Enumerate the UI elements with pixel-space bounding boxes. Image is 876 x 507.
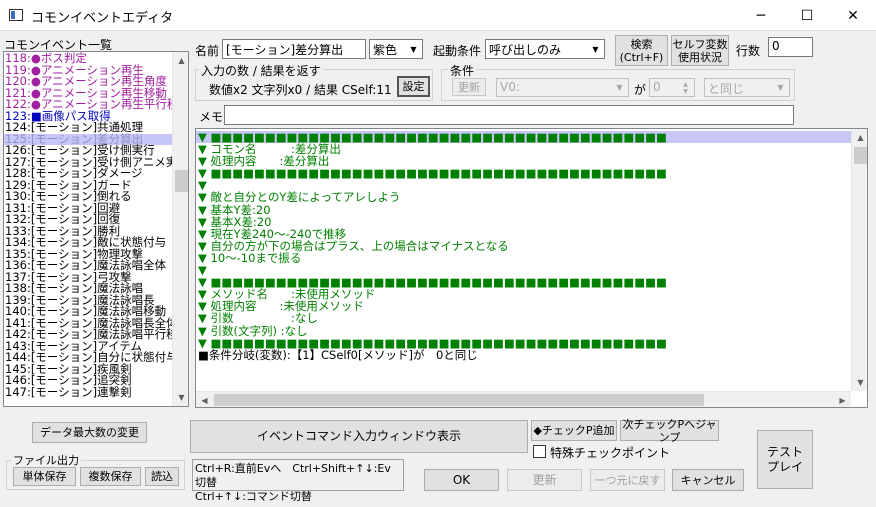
event-command-editor[interactable]: ▼ ■■■■■■■■■■■■■■■■■■■■■■■■■■■■■■■■■■■■■■… <box>195 128 868 408</box>
name-input[interactable]: [モーション]差分算出 <box>222 39 366 59</box>
next-checkpoint-button[interactable]: 次チェックPへジャンプ <box>620 418 719 444</box>
editor-vscroll-thumb[interactable] <box>854 147 867 164</box>
title-bar: コモンイベントエディタ ─ ☐ ✕ <box>0 0 876 31</box>
chevron-down-icon: ▼ <box>773 80 788 95</box>
editor-line[interactable]: ▼ 10～-10まで振る <box>196 252 851 264</box>
editor-line[interactable]: ▼ 基本Y差:20 <box>196 203 851 215</box>
list-scrollbar[interactable]: ▲ ▼ <box>172 52 188 406</box>
editor-hscroll[interactable]: ◀ ▶ <box>196 391 851 407</box>
close-button[interactable]: ✕ <box>830 0 876 31</box>
add-checkpoint-button[interactable]: ◆チェックP追加 <box>531 420 617 441</box>
lines-input[interactable]: 0 <box>768 37 813 57</box>
editor-line[interactable]: ▼ ■■■■■■■■■■■■■■■■■■■■■■■■■■■■■■■■■■■■■■… <box>196 336 851 348</box>
common-event-list[interactable]: 118:●ボス判定 119:●アニメーション再生 120:●アニメーション再生角度 1… <box>3 51 189 407</box>
editor-vscroll[interactable]: ▲ ▼ <box>851 129 867 391</box>
name-label: 名前 <box>195 44 220 58</box>
search-button[interactable]: 検索 (Ctrl+F) <box>615 35 668 66</box>
scroll-up-arrow-icon[interactable]: ▲ <box>173 52 188 69</box>
editor-line[interactable]: ▼ 基本X差:20 <box>196 216 851 228</box>
scroll-right-arrow-icon[interactable]: ▶ <box>834 392 851 407</box>
condition-number-input[interactable]: 0 ▲ ▼ <box>649 78 695 97</box>
shortcut-hint-line2: Ctrl+↑↓:コマンド切替 <box>195 490 312 503</box>
file-output-title: ファイル出力 <box>11 452 81 468</box>
condition-group-title: 条件 <box>448 62 477 79</box>
io-summary: 数値x2 文字列x0 / 結果 CSelf:11 <box>209 83 392 97</box>
special-checkpoint-label: 特殊チェックポイント <box>550 446 671 460</box>
undo-button[interactable]: 一つ元に戻す <box>590 469 665 491</box>
spinner-arrows-icon[interactable]: ▲ ▼ <box>678 80 693 95</box>
editor-line[interactable]: ■条件分岐(変数):【1】CSelf0[メソッド]が 0と同じ <box>196 349 851 361</box>
editor-line[interactable]: ▼ 引数(文字列) :なし <box>196 324 851 336</box>
scroll-up-arrow-icon[interactable]: ▲ <box>852 129 867 146</box>
multi-save-button[interactable]: 複数保存 <box>80 467 141 486</box>
scroll-down-arrow-icon[interactable]: ▼ <box>852 374 867 391</box>
chevron-down-icon: ▼ <box>612 80 627 95</box>
condition-variable-select[interactable]: V0: ▼ <box>496 78 629 97</box>
max-data-change-button[interactable]: データ最大数の変更 <box>32 422 147 443</box>
condition-number-value: 0 <box>653 80 661 94</box>
ga-label: が <box>634 83 647 97</box>
chevron-down-icon: ▼ <box>588 41 603 57</box>
maximize-button[interactable]: ☐ <box>784 0 830 31</box>
condition-update-button[interactable]: 更新 <box>452 78 486 96</box>
editor-line[interactable]: ▼ 引数 :なし <box>196 312 851 324</box>
io-group-title: 入力の数 / 結果を返す <box>199 62 323 79</box>
io-settings-button[interactable]: 設定 <box>397 76 430 97</box>
trigger-label: 起動条件 <box>433 44 482 58</box>
scroll-left-arrow-icon[interactable]: ◀ <box>196 392 213 407</box>
condition-compare-select[interactable]: と同じ ▼ <box>704 78 790 97</box>
update-button[interactable]: 更新 <box>507 469 582 491</box>
self-var-usage-button[interactable]: セルフ変数 使用状況 <box>671 35 729 66</box>
single-save-button[interactable]: 単体保存 <box>13 467 76 486</box>
cancel-button[interactable]: キャンセル <box>672 469 744 491</box>
editor-line[interactable]: ▼ 敵と自分とのY差によってアレしよう <box>196 191 851 203</box>
minimize-button[interactable]: ─ <box>738 0 784 31</box>
color-select[interactable]: 紫色 ▼ <box>369 39 423 59</box>
window-title: コモンイベントエディタ <box>31 11 174 26</box>
shortcut-hints: Ctrl+R:直前Evへ Ctrl+Shift+↑↓:Ev切替 Ctrl+↑↓:… <box>192 459 404 503</box>
trigger-select-value: 呼び出しのみ <box>489 43 562 57</box>
condition-compare-value: と同じ <box>708 82 745 96</box>
test-play-button[interactable]: テスト プレイ <box>757 430 813 489</box>
chevron-down-icon: ▼ <box>406 41 421 57</box>
command-input-window-button[interactable]: イベントコマンド入力ウィンドウ表示 <box>190 420 528 453</box>
lines-label: 行数 <box>736 44 761 58</box>
condition-variable-value: V0: <box>500 80 520 94</box>
ok-button[interactable]: OK <box>424 469 499 491</box>
scroll-down-arrow-icon[interactable]: ▼ <box>173 389 188 406</box>
editor-line[interactable]: ▼ ■■■■■■■■■■■■■■■■■■■■■■■■■■■■■■■■■■■■■■… <box>196 167 851 179</box>
shortcut-hint-line1: Ctrl+R:直前Evへ Ctrl+Shift+↑↓:Ev切替 <box>195 462 391 489</box>
memo-input[interactable] <box>224 105 794 125</box>
memo-label: メモ <box>199 110 224 124</box>
editor-hscroll-thumb[interactable] <box>214 394 704 406</box>
list-scroll-thumb[interactable] <box>175 170 188 192</box>
load-button[interactable]: 読込 <box>145 467 179 486</box>
special-checkpoint-checkbox[interactable] <box>533 445 546 458</box>
list-item[interactable]: 147:[モーション]連撃剣 <box>4 386 172 399</box>
color-select-value: 紫色 <box>373 43 398 57</box>
trigger-select[interactable]: 呼び出しのみ ▼ <box>485 39 605 59</box>
app-icon <box>9 9 23 21</box>
